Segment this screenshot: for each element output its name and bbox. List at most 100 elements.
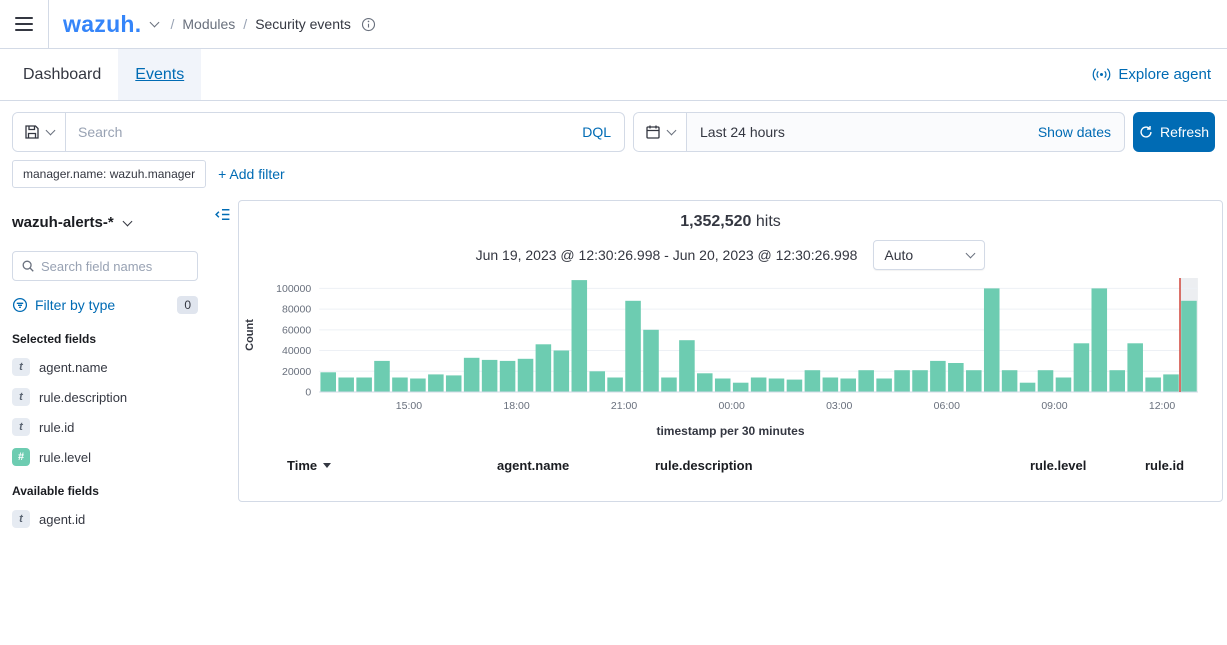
fields-sidebar: wazuh-alerts-* Filter by type 0 Selected… <box>0 198 238 546</box>
query-language-button[interactable]: DQL <box>569 124 624 140</box>
wazuh-logo-button[interactable]: wazuh. <box>63 11 160 38</box>
date-quick-select-button[interactable] <box>634 113 687 151</box>
refresh-button[interactable]: Refresh <box>1133 112 1215 152</box>
svg-text:100000: 100000 <box>276 283 311 295</box>
svg-text:40000: 40000 <box>282 345 311 357</box>
histogram-chart[interactable]: 0 20000 40000 60000 80000 100000 15:00 18:00 21:… <box>239 272 1222 422</box>
histogram-bar <box>1181 300 1197 392</box>
svg-text:Count: Count <box>244 319 256 351</box>
histogram-bar <box>768 378 785 392</box>
column-header-rule.description[interactable]: rule.description <box>655 458 1030 473</box>
histogram-bar <box>1091 288 1108 392</box>
column-header-rule.id[interactable]: rule.id <box>1145 458 1222 473</box>
histogram-bar <box>1001 370 1018 392</box>
histogram-bar <box>463 357 480 392</box>
histogram-bar <box>1055 377 1072 392</box>
chevron-down-icon <box>666 125 677 136</box>
save-icon <box>25 125 39 139</box>
histogram-bar <box>983 288 1000 392</box>
saved-queries-button[interactable] <box>13 113 66 151</box>
main-content: wazuh-alerts-* Filter by type 0 Selected… <box>0 198 1227 546</box>
top-navigation-bar: wazuh. / Modules / Security events <box>0 0 1227 49</box>
query-bar: DQL <box>12 112 625 152</box>
index-pattern-name: wazuh-alerts-* <box>12 214 114 231</box>
show-dates-button[interactable]: Show dates <box>1025 124 1124 140</box>
svg-text:03:00: 03:00 <box>826 400 852 412</box>
hits-count: 1,352,520 <box>680 213 752 230</box>
index-pattern-selector[interactable]: wazuh-alerts-* <box>12 214 198 231</box>
tab-dashboard[interactable]: Dashboard <box>6 49 118 100</box>
svg-text:0: 0 <box>305 387 311 399</box>
tab-events[interactable]: Events <box>118 49 202 100</box>
histogram-bar <box>804 370 821 392</box>
interval-value: Auto <box>884 247 914 263</box>
field-item-rule.level[interactable]: # rule.level <box>12 442 198 472</box>
collapse-sidebar-icon[interactable] <box>214 206 231 226</box>
add-filter-button[interactable]: + Add filter <box>218 166 285 182</box>
time-range-value[interactable]: Last 24 hours <box>687 124 1025 140</box>
field-item-agent.name[interactable]: t agent.name <box>12 352 198 382</box>
histogram-bar <box>786 379 803 392</box>
column-label: rule.id <box>1145 458 1185 473</box>
string-field-type-icon: t <box>12 358 30 376</box>
histogram-bar <box>822 377 839 392</box>
column-label: rule.level <box>1030 458 1087 473</box>
histogram-bar <box>750 377 767 392</box>
breadcrumb-current-page: Security events <box>255 16 351 32</box>
search-icon <box>22 260 34 272</box>
field-name: rule.description <box>39 389 128 405</box>
histogram-bar <box>661 377 677 392</box>
search-bar-row: DQL Last 24 hours Show dates Refresh <box>0 101 1227 160</box>
explore-agent-button[interactable]: Explore agent <box>1092 49 1211 100</box>
column-header-rule.level[interactable]: rule.level <box>1030 458 1145 473</box>
breadcrumb-separator: / <box>243 16 248 32</box>
histogram-bar <box>481 359 498 392</box>
filter-by-type-button[interactable]: Filter by type 0 <box>12 296 198 314</box>
sort-descending-icon <box>323 463 332 468</box>
filter-by-type-label: Filter by type <box>35 297 116 313</box>
svg-text:20000: 20000 <box>282 366 311 378</box>
histogram-bar <box>643 329 659 392</box>
column-label: rule.description <box>655 458 753 473</box>
interval-select[interactable]: Auto <box>873 240 986 270</box>
menu-hamburger-button[interactable] <box>0 0 48 48</box>
string-field-type-icon: t <box>12 388 30 406</box>
histogram-bar <box>1037 370 1054 392</box>
histogram-bar <box>356 377 372 392</box>
selected-fields-heading: Selected fields <box>12 332 97 346</box>
histogram-bar <box>499 360 516 392</box>
chevron-down-icon <box>965 248 976 259</box>
number-field-type-icon: # <box>12 448 30 466</box>
histogram-bar <box>410 378 426 392</box>
svg-text:15:00: 15:00 <box>396 400 422 412</box>
chart-subtitle-row: Jun 19, 2023 @ 12:30:26.998 - Jun 20, 20… <box>239 240 1222 270</box>
histogram-bar <box>1163 374 1179 392</box>
field-search-input[interactable] <box>41 258 189 274</box>
available-fields-heading: Available fields <box>12 484 99 498</box>
histogram-bar <box>714 378 731 392</box>
field-item-rule.description[interactable]: t rule.description <box>12 382 198 412</box>
column-label: agent.name <box>497 458 570 473</box>
column-header-agent.name[interactable]: agent.name <box>497 458 655 473</box>
histogram-bar <box>948 363 964 392</box>
histogram-bar <box>858 370 874 392</box>
histogram-bar <box>1019 382 1036 392</box>
histogram-bar <box>392 377 408 392</box>
histogram-bar <box>553 350 570 392</box>
wazuh-security-events-page: wazuh. / Modules / Security events Dashb… <box>0 0 1227 546</box>
field-item-agent.id[interactable]: t agent.id <box>12 504 198 534</box>
svg-text:21:00: 21:00 <box>611 400 637 412</box>
column-header-Time[interactable]: Time <box>287 458 497 473</box>
field-search-box <box>12 251 198 281</box>
search-input[interactable] <box>66 124 570 140</box>
breadcrumb-modules[interactable]: Modules <box>182 16 235 32</box>
calendar-icon <box>646 125 660 139</box>
info-icon[interactable] <box>361 17 376 32</box>
field-name: rule.level <box>39 449 92 465</box>
filter-pill[interactable]: manager.name: wazuh.manager <box>12 160 207 188</box>
field-item-rule.id[interactable]: t rule.id <box>12 412 198 442</box>
histogram-bar <box>966 370 982 392</box>
chevron-down-icon <box>122 216 133 226</box>
breadcrumb-separator: / <box>170 16 175 32</box>
histogram-bar <box>338 377 354 392</box>
